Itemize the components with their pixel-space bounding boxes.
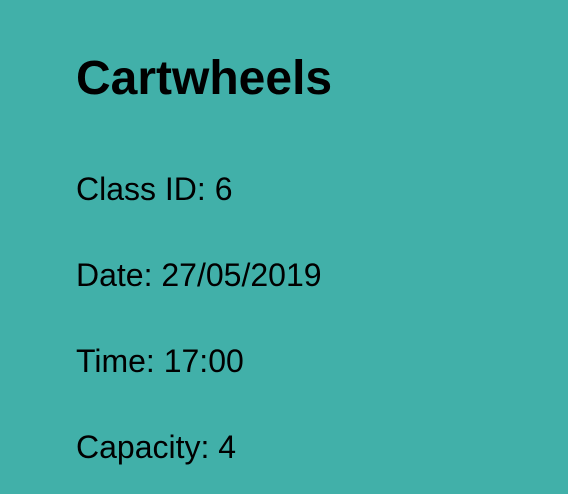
class-id-text: Class ID: 6	[76, 171, 233, 207]
class-date-text: Date: 27/05/2019	[76, 257, 322, 293]
class-time-text: Time: 17:00	[76, 343, 244, 379]
class-title: Cartwheels	[76, 52, 333, 105]
class-capacity-text: Capacity: 4	[76, 429, 237, 465]
class-detail-card: Cartwheels Class ID: 6 Date: 27/05/2019 …	[0, 0, 568, 494]
